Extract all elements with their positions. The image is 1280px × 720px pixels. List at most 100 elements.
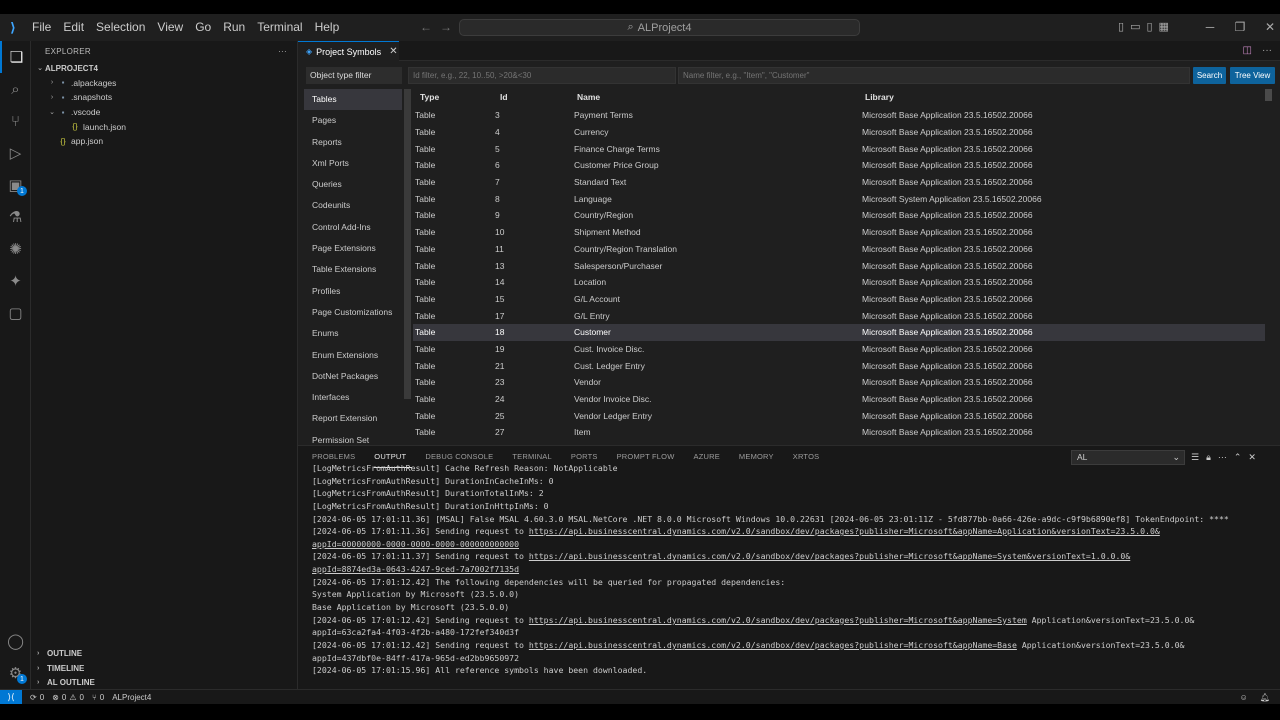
menu-item-view[interactable]: View — [151, 14, 189, 41]
menu-item-selection[interactable]: Selection — [90, 14, 151, 41]
table-scrollbar[interactable] — [1265, 89, 1272, 101]
column-header-library[interactable]: Library — [862, 92, 1262, 107]
remote-explorer-icon[interactable]: ▢ — [0, 297, 31, 329]
extensions-icon[interactable]: ▣ 1 — [0, 169, 31, 201]
search-button[interactable]: Search — [1193, 67, 1226, 84]
minimize-icon[interactable]: ─ — [1195, 14, 1225, 41]
name-filter-input[interactable] — [678, 67, 1190, 84]
menu-item-edit[interactable]: Edit — [57, 14, 90, 41]
account-icon[interactable]: ◯ — [0, 625, 31, 657]
column-header-id[interactable]: Id — [495, 92, 574, 107]
log-link[interactable]: https://api.businesscentral.dynamics.com… — [529, 551, 1130, 561]
object-type-item[interactable]: Queries — [304, 174, 402, 195]
menu-item-help[interactable]: Help — [309, 14, 346, 41]
project-root[interactable]: ⌄ ALPROJECT4 — [31, 61, 297, 76]
type-list-scrollbar[interactable] — [404, 89, 411, 399]
run-debug-icon[interactable]: ▷ — [0, 137, 31, 169]
table-row[interactable]: Table 17 G/L Entry Microsoft Base Applicati… — [413, 307, 1265, 324]
tab-project-symbols[interactable]: ◈ Project Symbols ✕ — [298, 41, 399, 61]
object-type-item[interactable]: Control Add-Ins — [304, 217, 402, 238]
toggle-secondary-sidebar-icon[interactable]: ▯ — [1146, 14, 1152, 41]
sync-status[interactable]: ⟳ 0 — [30, 693, 44, 702]
table-row[interactable]: Table 11 Country/Region Translation Microso… — [413, 241, 1265, 258]
log-link[interactable]: https://api.businesscentral.dynamics.com… — [529, 640, 1017, 650]
close-tab-icon[interactable]: ✕ — [389, 46, 397, 57]
object-type-item[interactable]: Interfaces — [304, 387, 402, 408]
table-row[interactable]: Table 24 Vendor Invoice Disc. Microsoft Bas… — [413, 391, 1265, 408]
column-header-name[interactable]: Name — [574, 92, 862, 107]
table-row[interactable]: Table 8 Language Microsoft System Applicati… — [413, 190, 1265, 207]
split-editor-icon[interactable]: ◫ — [1243, 41, 1252, 61]
table-row[interactable]: Table 10 Shipment Method Microsoft Base App… — [413, 224, 1265, 241]
table-row[interactable]: Table 13 Salesperson/Purchaser Microsoft Ba… — [413, 257, 1265, 274]
source-control-icon[interactable]: ⑂ — [0, 105, 31, 137]
toggle-panel-icon[interactable]: ▭ — [1130, 14, 1140, 41]
project-status[interactable]: ALProject4 — [112, 693, 151, 702]
explorer-icon[interactable]: ❏ — [0, 41, 31, 73]
id-filter-input[interactable] — [408, 67, 676, 84]
object-type-item[interactable]: Tables — [304, 89, 402, 111]
ports-status[interactable]: ⑂ 0 — [92, 693, 104, 702]
outline-section[interactable]: › OUTLINE — [31, 646, 298, 661]
al-explorer-icon[interactable]: ✺ — [0, 233, 31, 265]
object-type-item[interactable]: Permission Set — [304, 430, 402, 445]
table-row[interactable]: Table 21 Cust. Ledger Entry Microsoft Base … — [413, 357, 1265, 374]
close-window-icon[interactable]: ✕ — [1255, 14, 1280, 41]
toggle-primary-sidebar-icon[interactable]: ▯ — [1118, 14, 1124, 41]
table-row[interactable]: Table 6 Customer Price Group Microsoft Base… — [413, 157, 1265, 174]
remote-indicator-icon[interactable]: ⟩⟨ — [0, 689, 22, 705]
object-type-item[interactable]: Enum Extensions — [304, 345, 402, 366]
log-link[interactable]: appId=8874ed3a-0643-4247-9ced-7a7002f713… — [312, 564, 519, 574]
tree-item[interactable]: {} app.json — [31, 134, 297, 149]
tree-item[interactable]: › ▪ .snapshots — [31, 90, 297, 105]
more-actions-icon[interactable]: ··· — [1262, 41, 1272, 61]
timeline-section[interactable]: › TIMELINE — [31, 661, 298, 676]
table-row[interactable]: Table 14 Location Microsoft Base Applicatio… — [413, 274, 1265, 291]
menu-item-terminal[interactable]: Terminal — [251, 14, 308, 41]
table-row[interactable]: Table 23 Vendor Microsoft Base Application … — [413, 374, 1265, 391]
menu-item-run[interactable]: Run — [217, 14, 251, 41]
copilot-icon[interactable]: ☺ — [1240, 690, 1248, 705]
search-icon[interactable]: ⌕ — [0, 73, 31, 105]
al-outline-section[interactable]: › AL OUTLINE — [31, 675, 298, 690]
object-type-item[interactable]: Page Customizations — [304, 302, 402, 323]
command-center[interactable]: ⌕ ALProject4 — [459, 19, 860, 36]
object-type-item[interactable]: Xml Ports — [304, 153, 402, 174]
object-type-item[interactable]: DotNet Packages — [304, 366, 402, 387]
object-type-item[interactable]: Reports — [304, 132, 402, 153]
table-row[interactable]: Table 25 Vendor Ledger Entry Microsoft Base… — [413, 407, 1265, 424]
object-type-item[interactable]: Codeunits — [304, 195, 402, 216]
table-row[interactable]: Table 5 Finance Charge Terms Microsoft Base… — [413, 140, 1265, 157]
tree-item[interactable]: › ▪ .alpackages — [31, 76, 297, 91]
object-type-item[interactable]: Pages — [304, 110, 402, 131]
object-type-item[interactable]: Profiles — [304, 281, 402, 302]
table-row[interactable]: Table 19 Cust. Invoice Disc. Microsoft Base… — [413, 341, 1265, 358]
menu-item-go[interactable]: Go — [189, 14, 217, 41]
butterfly-icon[interactable]: ✦ — [0, 265, 31, 297]
log-link[interactable]: https://api.businesscentral.dynamics.com… — [529, 526, 1160, 536]
table-row[interactable]: Table 4 Currency Microsoft Base Application… — [413, 124, 1265, 141]
customize-layout-icon[interactable]: ▦ — [1159, 14, 1169, 41]
problems-status[interactable]: ⊗ 0 ⚠ 0 — [52, 693, 84, 702]
object-type-item[interactable]: Report Extension — [304, 408, 402, 429]
column-header-type[interactable]: Type — [413, 92, 495, 107]
table-row[interactable]: Table 27 Item Microsoft Base Application 23… — [413, 424, 1265, 441]
testing-icon[interactable]: ⚗ — [0, 201, 31, 233]
back-arrow-icon[interactable]: ← — [420, 14, 432, 41]
tree-item[interactable]: {} launch.json — [31, 119, 297, 134]
table-row[interactable]: Table 15 G/L Account Microsoft Base Applica… — [413, 291, 1265, 308]
table-row[interactable]: Table 18 Customer Microsoft Base Applicatio… — [413, 323, 1265, 341]
table-row[interactable]: Table 3 Payment Terms Microsoft Base Applic… — [413, 107, 1265, 124]
more-actions-icon[interactable]: ··· — [278, 47, 287, 56]
object-type-item[interactable]: Page Extensions — [304, 238, 402, 259]
forward-arrow-icon[interactable]: → — [440, 14, 452, 41]
restore-icon[interactable]: ❐ — [1225, 14, 1255, 41]
manage-gear-icon[interactable]: ⚙ 1 — [0, 657, 31, 689]
table-row[interactable]: Table 9 Country/Region Microsoft Base Appli… — [413, 207, 1265, 224]
tree-view-button[interactable]: Tree View — [1230, 67, 1275, 84]
log-link[interactable]: https://api.businesscentral.dynamics.com… — [529, 615, 1027, 625]
table-row[interactable]: Table 7 Standard Text Microsoft Base Applic… — [413, 174, 1265, 191]
object-type-item[interactable]: Enums — [304, 323, 402, 344]
tree-item[interactable]: ⌄ ▪ .vscode — [31, 105, 297, 120]
log-link[interactable]: appId=00000000-0000-0000-0000-0000000000… — [312, 539, 519, 549]
